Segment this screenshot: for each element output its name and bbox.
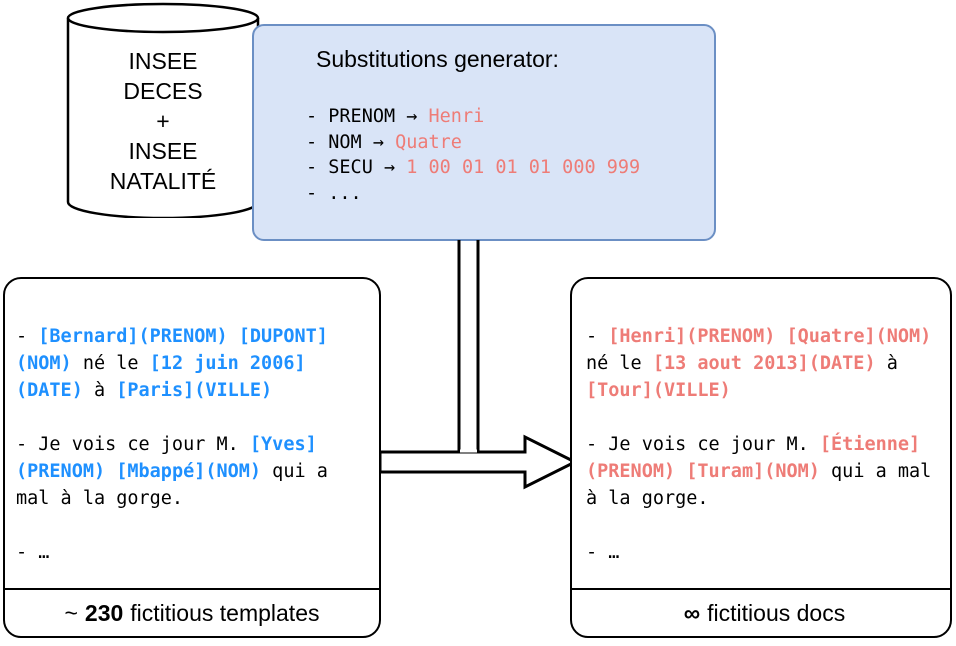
plain-text-ellipsis: - … — [16, 542, 50, 563]
plain-text: à — [875, 353, 910, 374]
entity-nom-mbappe: [Mbappé](NOM) — [116, 461, 262, 482]
templates-document-body: - [Bernard](PRENOM) [DUPONT](NOM) né le … — [5, 279, 379, 588]
templates-document-card: - [Bernard](PRENOM) [DUPONT](NOM) né le … — [3, 277, 381, 638]
substitution-line-secu-value: 1 00 01 01 01 000 999 — [406, 157, 641, 178]
templates-count: 230 — [84, 599, 124, 626]
insee-database-cylinder: INSEE DECES + INSEE NATALITÉ — [66, 2, 260, 218]
entity-prenom-bernard: [Bernard](PRENOM) — [38, 326, 228, 347]
entity-nom-turam: [Turam](NOM) — [686, 461, 820, 482]
substitution-line-nom-value: Quatre — [395, 131, 462, 153]
database-label: INSEE DECES + INSEE NATALITÉ — [109, 48, 217, 194]
substitution-line-nom-prefix: - NOM → — [306, 131, 396, 153]
plain-text: - — [16, 326, 39, 347]
plain-text: né le — [71, 353, 150, 374]
plain-text-ellipsis: - … — [586, 542, 620, 563]
substitution-line-prenom-prefix: - PRENOM → — [306, 106, 429, 127]
templates-footer: ~230 fictitious templates — [5, 588, 379, 636]
substitutions-generator-box: Substitutions generator: - PRENOM → Henr… — [252, 24, 716, 241]
plain-text: à — [82, 380, 117, 401]
generated-document-body: - [Henri](PRENOM) [Quatre](NOM) né le [1… — [572, 279, 950, 588]
entity-date: [13 aout 2013](DATE) — [652, 353, 876, 374]
plain-text: - — [586, 326, 609, 347]
substitution-line-prenom-value: Henri — [428, 106, 485, 127]
plain-text: - Je vois ce jour M. — [16, 434, 250, 455]
generated-footer: ∞ fictitious docs — [572, 588, 950, 636]
generated-count: ∞ — [683, 599, 701, 626]
generated-document-card: - [Henri](PRENOM) [Quatre](NOM) né le [1… — [570, 277, 952, 638]
entity-prenom-henri: [Henri](PRENOM) — [608, 326, 776, 347]
substitution-line-secu-prefix: - SECU → — [306, 157, 407, 178]
generator-substitution-list: - PRENOM → Henri - NOM → Quatre - SECU →… — [306, 104, 640, 206]
entity-ville-paris: [Paris](VILLE) — [116, 380, 273, 401]
plain-text: - Je vois ce jour M. — [586, 434, 820, 455]
generation-arrow — [378, 240, 579, 490]
entity-nom-quatre: [Quatre](NOM) — [786, 326, 932, 347]
entity-ville-tour: [Tour](VILLE) — [586, 380, 731, 401]
templates-footer-label: fictitious templates — [130, 599, 320, 626]
generator-title: Substitutions generator: — [316, 46, 559, 72]
substitution-line-ellipsis: - ... — [306, 182, 362, 204]
generated-footer-label: fictitious docs — [707, 599, 846, 626]
templates-count-approx: ~ — [64, 599, 78, 626]
